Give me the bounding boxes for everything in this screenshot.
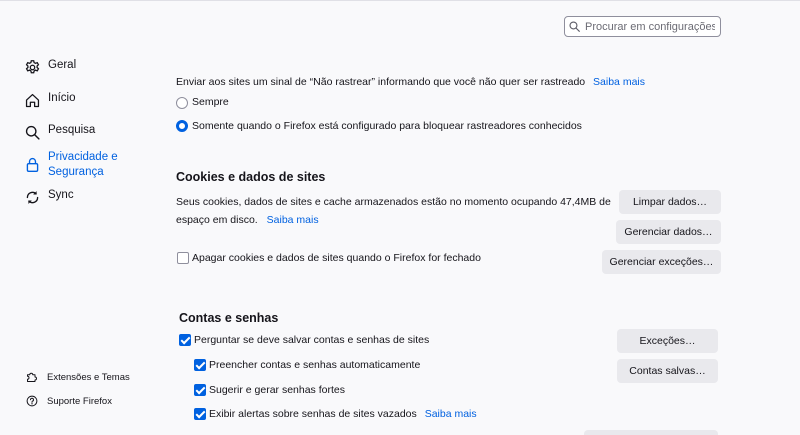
label-line-1: Privacidade e: [48, 151, 118, 163]
manage-exceptions-button[interactable]: Gerenciar exceções…: [602, 250, 721, 274]
saved-logins-button[interactable]: Contas salvas…: [617, 359, 718, 383]
sidebar-item-general[interactable]: Geral: [24, 59, 76, 76]
ask-to-save-logins-checkbox[interactable]: [179, 334, 191, 346]
autofill-logins-label: Preencher contas e senhas automaticament…: [209, 359, 421, 371]
gear-icon: [24, 59, 41, 76]
home-icon: [24, 92, 41, 109]
help-icon: [26, 395, 38, 407]
sidebar-item-label: Privacidade e Segurança: [48, 150, 118, 180]
suggest-passwords-checkbox[interactable]: [194, 384, 206, 396]
dnt-blocking-label: Somente quando o Firefox está configurad…: [192, 120, 582, 132]
cookies-description-line2: espaço em disco. Saiba mais: [176, 214, 319, 226]
sidebar-footer-extensions[interactable]: Extensões e Temas: [26, 371, 130, 383]
delete-cookies-on-close-checkbox[interactable]: [177, 252, 189, 264]
search-icon: [24, 124, 41, 141]
search-icon: [569, 21, 580, 32]
breach-alerts-row: Exibir alertas sobre senhas de sites vaz…: [209, 408, 477, 420]
footer-item-label: Suporte Firefox: [47, 395, 112, 407]
sidebar-item-label: Sync: [48, 189, 74, 201]
label-line-2: Segurança: [48, 166, 104, 178]
breach-alerts-learn-more-link[interactable]: Saiba mais: [425, 408, 477, 420]
autofill-logins-checkbox[interactable]: [194, 359, 206, 371]
sidebar-item-label: Geral: [48, 59, 77, 71]
dnt-description: Enviar aos sites um sinal de “Não rastre…: [176, 76, 645, 88]
dnt-learn-more-link[interactable]: Saiba mais: [593, 76, 645, 88]
cookies-section-title: Cookies e dados de sites: [176, 170, 326, 184]
ask-to-save-logins-label: Perguntar se deve salvar contas e senhas…: [194, 334, 430, 346]
partial-button[interactable]: [584, 430, 718, 435]
dnt-description-text: Enviar aos sites um sinal de “Não rastre…: [176, 76, 586, 88]
logins-section-title: Contas e senhas: [179, 311, 279, 325]
manage-data-button[interactable]: Gerenciar dados…: [616, 220, 721, 244]
cookies-learn-more-link[interactable]: Saiba mais: [267, 214, 319, 226]
cookies-description-line1: Seus cookies, dados de sites e cache arm…: [176, 196, 611, 208]
dnt-always-label: Sempre: [192, 96, 229, 108]
breach-alerts-checkbox[interactable]: [194, 408, 206, 420]
footer-item-label: Extensões e Temas: [47, 371, 130, 383]
sync-icon: [24, 189, 41, 206]
cookies-description-text: espaço em disco.: [176, 214, 258, 226]
puzzle-icon: [26, 371, 38, 383]
sidebar-item-label: Pesquisa: [48, 124, 96, 136]
suggest-passwords-label: Sugerir e gerar senhas fortes: [209, 384, 345, 396]
delete-cookies-on-close-label: Apagar cookies e dados de sites quando o…: [192, 252, 481, 264]
breach-alerts-label: Exibir alertas sobre senhas de sites vaz…: [209, 408, 417, 420]
top-divider: [0, 0, 800, 1]
lock-icon: [24, 156, 41, 173]
sidebar-item-home[interactable]: Início: [24, 92, 76, 109]
sidebar-footer-support[interactable]: Suporte Firefox: [26, 395, 112, 407]
settings-search-box[interactable]: [564, 16, 721, 37]
search-input[interactable]: [585, 20, 715, 33]
dnt-always-radio[interactable]: [176, 97, 188, 109]
logins-exceptions-button[interactable]: Exceções…: [617, 329, 718, 353]
sidebar-item-label: Início: [48, 92, 76, 104]
dnt-blocking-radio[interactable]: [176, 120, 188, 132]
sidebar-item-privacy[interactable]: Privacidade e Segurança: [24, 150, 118, 180]
sidebar-item-search[interactable]: Pesquisa: [24, 124, 95, 141]
clear-data-button[interactable]: Limpar dados…: [619, 190, 721, 214]
sidebar-item-sync[interactable]: Sync: [24, 189, 74, 206]
